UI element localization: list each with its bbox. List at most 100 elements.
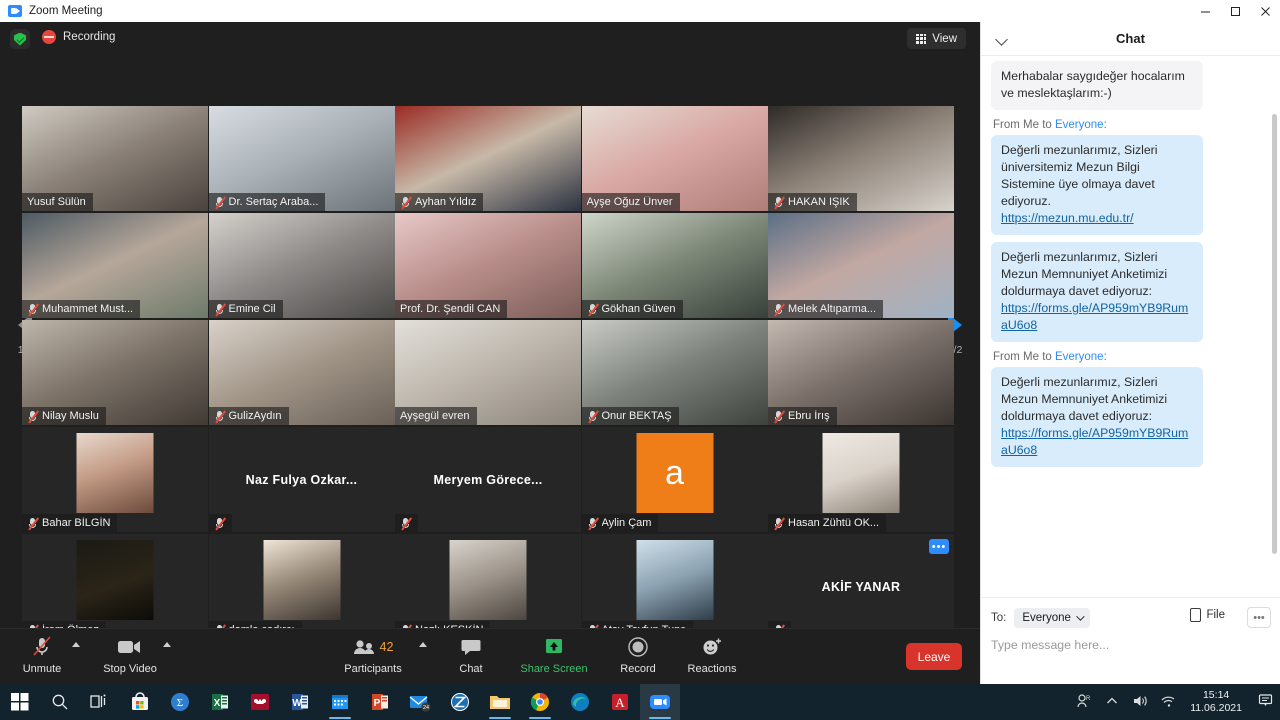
search-button[interactable] bbox=[40, 684, 80, 720]
file-button[interactable]: File bbox=[1190, 608, 1225, 622]
minimize-icon[interactable] bbox=[1190, 0, 1220, 22]
view-button[interactable]: View bbox=[907, 28, 966, 49]
participant-tile[interactable]: HAKAN IŞIK bbox=[768, 106, 954, 211]
chat-message-text: Değerli mezunlarımız, Sizleri üniversite… bbox=[1001, 143, 1158, 208]
stop-video-label: Stop Video bbox=[103, 663, 157, 675]
volume-icon[interactable] bbox=[1126, 694, 1154, 711]
participant-name: HAKAN IŞIK bbox=[788, 196, 850, 208]
chat-button[interactable]: Chat bbox=[435, 635, 507, 675]
participant-tile[interactable]: Atay Tayfun Tunç bbox=[581, 534, 768, 639]
video-options-caret-icon[interactable] bbox=[163, 642, 171, 647]
camera-icon bbox=[117, 635, 143, 659]
microsoft-store[interactable] bbox=[120, 684, 160, 720]
chat-message-link[interactable]: https://forms.gle/AP959mYB9RumaU6o8 bbox=[1001, 300, 1193, 334]
start-button[interactable] bbox=[0, 684, 40, 720]
people-icon[interactable]: R bbox=[1070, 693, 1098, 711]
chat-message-bubble: Değerli mezunlarımız, Sizleri Mezun Memn… bbox=[991, 367, 1203, 467]
chrome-browser[interactable] bbox=[520, 684, 560, 720]
chat-scroll-thumb[interactable] bbox=[1272, 114, 1277, 554]
wifi-icon[interactable] bbox=[1154, 694, 1182, 711]
participant-tile[interactable]: Bahar BİLGİN bbox=[22, 427, 208, 532]
participant-tile[interactable]: a Aylin Çam bbox=[581, 427, 768, 532]
participant-tile[interactable]: Ebru İrış bbox=[768, 320, 954, 425]
participant-tile[interactable]: Hasan Zühtü OK... bbox=[768, 427, 954, 532]
participant-tile[interactable]: İrem Ölmez bbox=[22, 534, 208, 639]
chat-scrollbar[interactable] bbox=[1272, 62, 1277, 582]
acrobat-reader[interactable]: A bbox=[600, 684, 640, 720]
record-button[interactable]: Record bbox=[602, 635, 674, 675]
participant-tile[interactable]: Prof. Dr. Şendil CAN bbox=[395, 213, 581, 318]
participant-name: Muhammet Must... bbox=[42, 303, 134, 315]
participant-tile[interactable]: Nazlı KESKİN bbox=[395, 534, 581, 639]
encryption-shield-icon[interactable] bbox=[10, 29, 30, 49]
participant-tile[interactable]: Yusuf Sülün bbox=[22, 106, 208, 211]
participant-name-plate: GulizAydın bbox=[208, 407, 289, 425]
windows-taskbar: Σ X W P 24 A R 15:14 11.06.2021 bbox=[0, 684, 1280, 720]
edge-browser[interactable] bbox=[560, 684, 600, 720]
participant-tile[interactable]: damla çadırcı bbox=[208, 534, 395, 639]
close-icon[interactable] bbox=[1250, 0, 1280, 22]
participants-row: İrem Ölmezdamla çadırcıNazlı KESKİNAtay … bbox=[22, 534, 954, 639]
microphone-muted-icon bbox=[587, 302, 599, 316]
svg-text:W: W bbox=[292, 698, 302, 709]
zotero-app[interactable] bbox=[440, 684, 480, 720]
participants-button[interactable]: 42 Participants bbox=[337, 635, 409, 675]
powerpoint-app[interactable]: P bbox=[360, 684, 400, 720]
mendeley-desktop[interactable] bbox=[240, 684, 280, 720]
word-app[interactable]: W bbox=[280, 684, 320, 720]
chat-message-input[interactable]: Type message here... bbox=[991, 638, 1271, 652]
show-hidden-icons-chevron-icon[interactable] bbox=[1098, 695, 1126, 709]
chat-message-link[interactable]: https://forms.gle/AP959mYB9RumaU6o8 bbox=[1001, 425, 1193, 459]
participant-tile[interactable]: GulizAydın bbox=[208, 320, 395, 425]
maximize-icon[interactable] bbox=[1220, 0, 1250, 22]
participant-tile[interactable]: Ayşe Oğuz Ünver bbox=[581, 106, 768, 211]
recipient-select[interactable]: Everyone bbox=[1014, 608, 1090, 628]
task-view-button[interactable] bbox=[80, 684, 120, 720]
calendar-app[interactable] bbox=[320, 684, 360, 720]
share-screen-button[interactable]: Share Screen bbox=[518, 635, 590, 675]
taskbar-clock[interactable]: 15:14 11.06.2021 bbox=[1182, 689, 1250, 715]
chat-footer: To: Everyone File ••• Type message here.… bbox=[981, 597, 1280, 684]
tile-more-options-button[interactable]: ••• bbox=[929, 539, 949, 554]
participant-tile[interactable]: Ayhan Yıldız bbox=[395, 106, 581, 211]
notifications-icon[interactable] bbox=[1250, 693, 1280, 712]
record-dot-icon bbox=[42, 30, 56, 44]
zoom-app[interactable] bbox=[640, 684, 680, 720]
participant-tile[interactable]: Nilay Muslu bbox=[22, 320, 208, 425]
participant-name: Nilay Muslu bbox=[42, 410, 99, 422]
participant-tile[interactable]: Melek Altıparma... bbox=[768, 213, 954, 318]
chat-recipient-row: To: Everyone File ••• bbox=[991, 607, 1271, 629]
participant-name-plate: Gökhan Güven bbox=[581, 300, 683, 318]
reactions-button[interactable]: Reactions bbox=[676, 635, 748, 675]
participant-tile[interactable]: Dr. Sertaç Araba... bbox=[208, 106, 395, 211]
leave-button[interactable]: Leave bbox=[906, 643, 962, 670]
participant-tile[interactable]: Ayşegül evren bbox=[395, 320, 581, 425]
participant-video: Meryem Görece... bbox=[395, 427, 581, 532]
taskbar-running-indicator bbox=[649, 717, 671, 719]
participant-name-plate: Nilay Muslu bbox=[22, 407, 106, 425]
mendeley-app[interactable]: Σ bbox=[160, 684, 200, 720]
participant-tile[interactable]: Meryem Görece... bbox=[395, 427, 581, 532]
chat-message-link[interactable]: https://mezun.mu.edu.tr/ bbox=[1001, 210, 1134, 227]
participant-tile[interactable]: Gökhan Güven bbox=[581, 213, 768, 318]
chat-more-button[interactable]: ••• bbox=[1247, 607, 1271, 628]
participant-video: Nilay Muslu bbox=[22, 320, 208, 425]
mail-app[interactable]: 24 bbox=[400, 684, 440, 720]
participant-tile[interactable]: AKİF YANAR ••• bbox=[768, 534, 954, 639]
unmute-button[interactable]: Unmute bbox=[6, 635, 78, 675]
participant-tile[interactable]: Naz Fulya Ozkar... bbox=[208, 427, 395, 532]
participant-video: Ebru İrış bbox=[768, 320, 954, 425]
file-explorer[interactable] bbox=[480, 684, 520, 720]
participant-tile[interactable]: Emine Cil bbox=[208, 213, 395, 318]
chat-message-list[interactable]: Merhabalar saygıdeğer hocalarım ve mesle… bbox=[981, 57, 1280, 597]
participant-name-plate bbox=[395, 514, 418, 532]
audio-options-caret-icon[interactable] bbox=[72, 642, 80, 647]
participant-name: Melek Altıparma... bbox=[788, 303, 877, 315]
excel-app[interactable]: X bbox=[200, 684, 240, 720]
recording-indicator[interactable]: Recording bbox=[42, 30, 115, 44]
share-screen-icon bbox=[543, 635, 565, 659]
participants-options-caret-icon[interactable] bbox=[419, 642, 427, 647]
participant-tile[interactable]: Onur BEKTAŞ bbox=[581, 320, 768, 425]
stop-video-button[interactable]: Stop Video bbox=[94, 635, 166, 675]
participant-tile[interactable]: Muhammet Must... bbox=[22, 213, 208, 318]
